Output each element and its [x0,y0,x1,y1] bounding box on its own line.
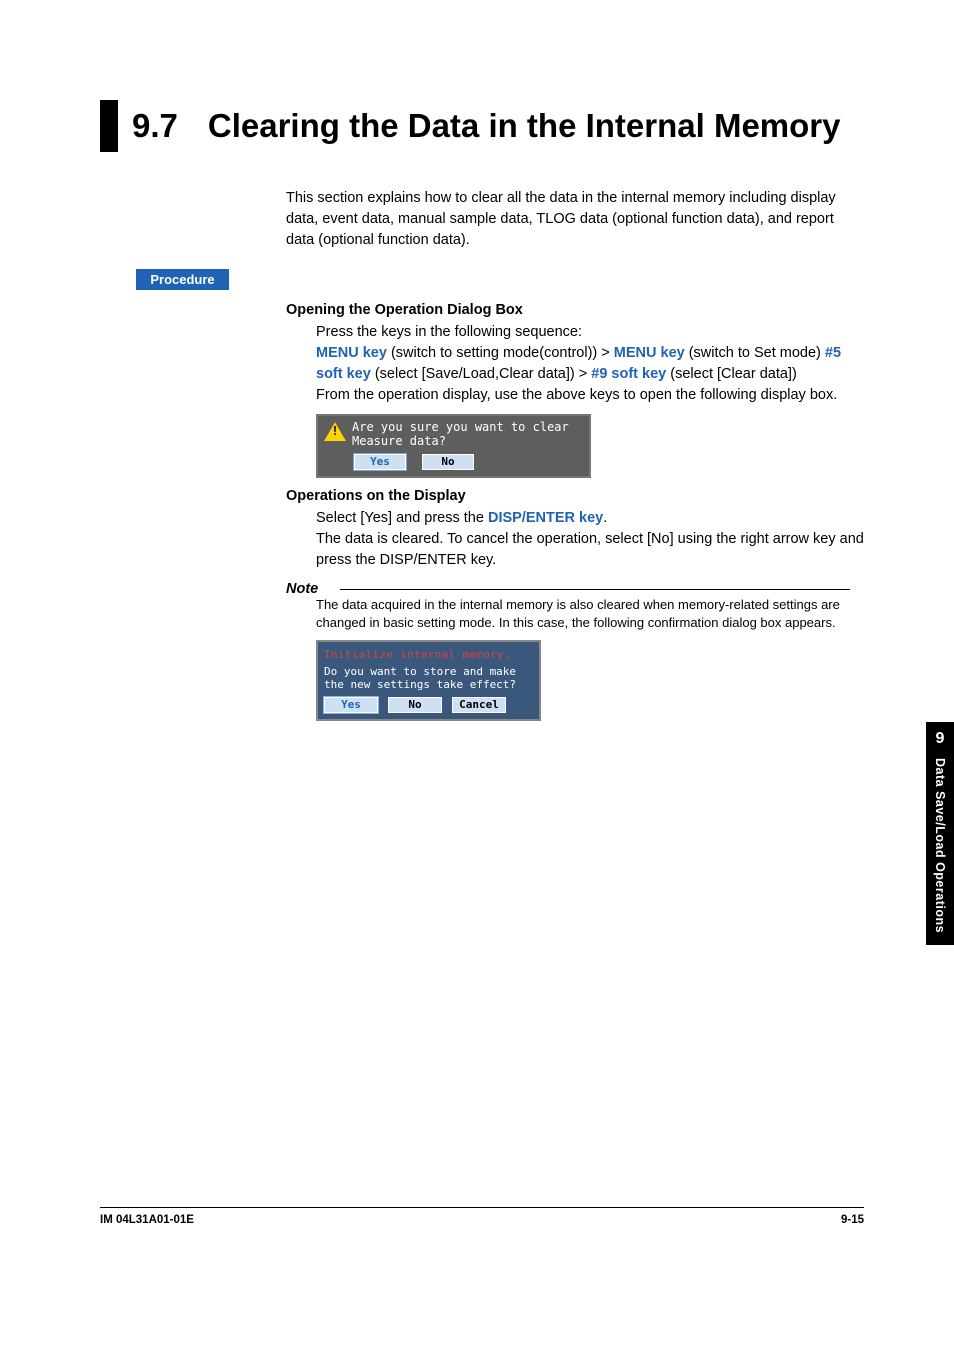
section-number: 9.7 [132,107,178,145]
ops-line2: The data is cleared. To cancel the opera… [316,529,864,571]
dialog1-message: Are you sure you want to clear Measure d… [352,421,569,449]
dialog1-yes-button[interactable]: Yes [354,454,406,470]
confirm-clear-dialog: Are you sure you want to clear Measure d… [316,414,591,478]
dialog2-yes-button[interactable]: Yes [324,697,378,713]
menu-key-1: MENU key [316,345,387,361]
procedure-label: Procedure [136,269,229,290]
note-text: The data acquired in the internal memory… [316,596,864,632]
key-sequence: MENU key (switch to setting mode(control… [316,343,864,385]
operations-heading: Operations on the Display [286,488,864,504]
dialog2-title: Initialize internal memory. [324,648,533,661]
ops-line1: Select [Yes] and press the DISP/ENTER ke… [316,508,864,529]
dialog2-message: Do you want to store and make the new se… [324,666,533,691]
section-title: Clearing the Data in the Internal Memory [208,107,841,145]
dialog1-no-button[interactable]: No [422,454,474,470]
soft-key-9: #9 soft key [591,366,666,382]
dialog2-no-button[interactable]: No [388,697,442,713]
side-tab-number: 9 [936,730,945,748]
operations-body: Select [Yes] and press the DISP/ENTER ke… [316,508,864,571]
menu-key-2: MENU key [614,345,685,361]
section-header: 9.7 Clearing the Data in the Internal Me… [100,100,864,152]
header-marker [100,100,118,152]
page-footer: IM 04L31A01-01E 9-15 [100,1207,864,1226]
intro-paragraph: This section explains how to clear all t… [286,188,864,251]
footer-page-number: 9-15 [841,1214,864,1226]
side-tab-text: Data Save/Load Operations [933,758,947,933]
note-rule [340,589,850,590]
opening-line1: Press the keys in the following sequence… [316,322,864,343]
disp-enter-key: DISP/ENTER key [488,510,603,526]
warning-icon [324,422,346,441]
opening-heading: Opening the Operation Dialog Box [286,302,864,318]
chapter-side-tab: 9 Data Save/Load Operations [926,722,954,945]
footer-doc-id: IM 04L31A01-01E [100,1214,194,1226]
opening-body: Press the keys in the following sequence… [316,322,864,406]
initialize-memory-dialog: Initialize internal memory. Do you want … [316,640,541,721]
dialog2-cancel-button[interactable]: Cancel [452,697,506,713]
opening-line3: From the operation display, use the abov… [316,385,864,406]
